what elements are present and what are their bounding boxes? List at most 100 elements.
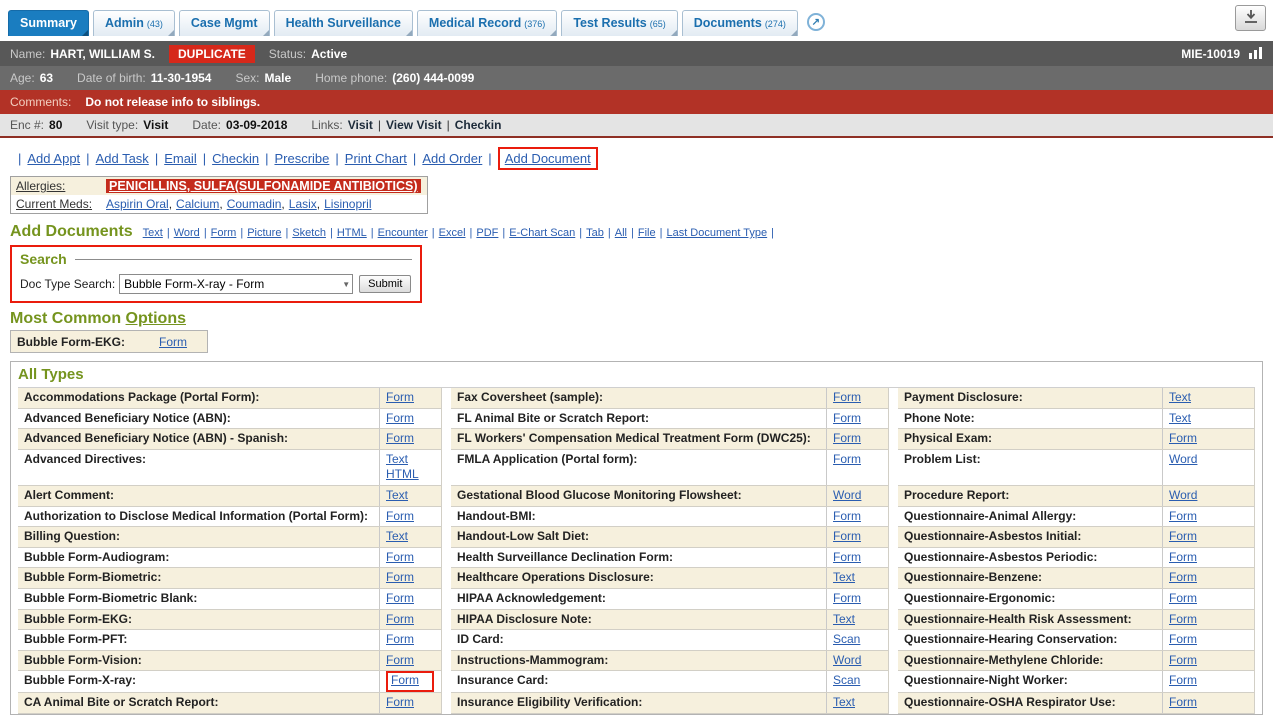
doc-type-link-questionnaire-methylene-chloride-form[interactable]: Form	[1169, 653, 1197, 669]
doc-type-link-questionnaire-animal-allergy-form[interactable]: Form	[1169, 509, 1197, 525]
doc-type-link-bubble-form-ekg-form[interactable]: Form	[386, 612, 414, 628]
tab-test-results[interactable]: Test Results(65)	[561, 10, 677, 36]
doc-type-link-bubble-form-vision-form[interactable]: Form	[386, 653, 414, 669]
doc-type-link-alert-comment-text[interactable]: Text	[386, 488, 408, 504]
doc-type-cell: Advanced Beneficiary Notice (ABN):Form	[18, 409, 442, 430]
doc-type-link-phone-note-text[interactable]: Text	[1169, 411, 1191, 427]
submit-button[interactable]: Submit	[359, 275, 411, 293]
doc-type-link-gestational-blood-glucose-monitoring-flowsheet-word[interactable]: Word	[833, 488, 861, 504]
doc-format-link-file[interactable]: File	[638, 227, 656, 239]
doc-type-link-bubble-form-biometric-blank-form[interactable]: Form	[386, 591, 414, 607]
doc-format-link-sketch[interactable]: Sketch	[292, 227, 326, 239]
doc-type-link-advanced-beneficiary-notice-abn-spanish-form[interactable]: Form	[386, 431, 414, 447]
action-link-checkin[interactable]: Checkin	[212, 151, 259, 166]
doc-type-link-procedure-report-word[interactable]: Word	[1169, 488, 1197, 504]
allergies-link[interactable]: Allergies:	[16, 179, 106, 193]
doc-format-link-encounter[interactable]: Encounter	[378, 227, 428, 239]
doc-type-search-input[interactable]	[119, 274, 353, 294]
doc-type-link-questionnaire-hearing-conservation-form[interactable]: Form	[1169, 632, 1197, 648]
action-link-add-order[interactable]: Add Order	[422, 151, 482, 166]
doc-type-link-health-surveillance-declination-form-form[interactable]: Form	[833, 550, 861, 566]
doc-type-link-fmla-application-portal-form-form[interactable]: Form	[833, 452, 861, 468]
current-med-link-lisinopril[interactable]: Lisinopril	[324, 197, 371, 211]
action-link-add-document[interactable]: Add Document	[505, 151, 591, 166]
doc-format-link-tab[interactable]: Tab	[586, 227, 604, 239]
doc-type-link-questionnaire-ergonomic-form[interactable]: Form	[1169, 591, 1197, 607]
doc-type-link-questionnaire-health-risk-assessment-form[interactable]: Form	[1169, 612, 1197, 628]
doc-type-label: Bubble Form-X-ray:	[18, 671, 379, 692]
doc-type-link-id-card-scan[interactable]: Scan	[833, 632, 860, 648]
doc-type-link-advanced-directives-text[interactable]: Text	[386, 452, 408, 468]
doc-type-link-ca-animal-bite-or-scratch-report-form[interactable]: Form	[386, 695, 414, 711]
encounter-link-checkin[interactable]: Checkin	[455, 118, 502, 132]
goto-icon[interactable]: ↗	[807, 13, 825, 31]
current-meds-link[interactable]: Current Meds:	[16, 197, 106, 211]
encounter-link-visit[interactable]: Visit	[348, 118, 373, 132]
doc-type-link-problem-list-word[interactable]: Word	[1169, 452, 1197, 468]
doc-type-link-bubble-form-pft-form[interactable]: Form	[386, 632, 414, 648]
doc-type-link-fl-workers-compensation-medical-treatment-form-dwc25-form[interactable]: Form	[833, 431, 861, 447]
action-link-print-chart[interactable]: Print Chart	[345, 151, 407, 166]
doc-format-link-text[interactable]: Text	[143, 227, 163, 239]
bar-chart-icon[interactable]	[1248, 46, 1263, 62]
tab-admin[interactable]: Admin(43)	[93, 10, 175, 36]
tab-health-surveillance[interactable]: Health Surveillance	[274, 10, 413, 36]
doc-type-link-fax-coversheet-sample-form[interactable]: Form	[833, 390, 861, 406]
allergy-value-link[interactable]: PENICILLINS, SULFA(SULFONAMIDE ANTIBIOTI…	[106, 179, 421, 193]
tab-medical-record[interactable]: Medical Record(376)	[417, 10, 557, 36]
doc-format-link-picture[interactable]: Picture	[247, 227, 281, 239]
tab-case-mgmt[interactable]: Case Mgmt	[179, 10, 270, 36]
doc-format-link-word[interactable]: Word	[174, 227, 200, 239]
current-med-link-calcium[interactable]: Calcium	[176, 197, 219, 211]
doc-type-links: Form	[826, 527, 888, 547]
action-link-add-task[interactable]: Add Task	[96, 151, 149, 166]
collapse-header-button[interactable]	[1235, 5, 1266, 31]
doc-type-link-billing-question-text[interactable]: Text	[386, 529, 408, 545]
doc-type-link-bubble-form-biometric-form[interactable]: Form	[386, 570, 414, 586]
doc-type-link-questionnaire-asbestos-initial-form[interactable]: Form	[1169, 529, 1197, 545]
action-link-add-appt[interactable]: Add Appt	[27, 151, 80, 166]
tab-summary[interactable]: Summary	[8, 10, 89, 36]
doc-type-link-questionnaire-night-worker-form[interactable]: Form	[1169, 673, 1197, 689]
doc-type-cell: Questionnaire-Asbestos Initial:Form	[898, 527, 1255, 548]
doc-type-link-hipaa-acknowledgement-form[interactable]: Form	[833, 591, 861, 607]
doc-type-link-questionnaire-asbestos-periodic-form[interactable]: Form	[1169, 550, 1197, 566]
doc-type-link-instructions-mammogram-word[interactable]: Word	[833, 653, 861, 669]
doc-type-link-healthcare-operations-disclosure-text[interactable]: Text	[833, 570, 855, 586]
separator: |	[608, 227, 611, 239]
doc-format-link-html[interactable]: HTML	[337, 227, 367, 239]
doc-type-cell: FMLA Application (Portal form):Form	[451, 450, 889, 486]
doc-type-link-insurance-card-scan[interactable]: Scan	[833, 673, 860, 689]
doc-format-link-e-chart-scan[interactable]: E-Chart Scan	[509, 227, 575, 239]
most-common-doc-link[interactable]: Form	[159, 335, 187, 349]
doc-type-link-authorization-to-disclose-medical-information-portal-form-form[interactable]: Form	[386, 509, 414, 525]
current-med-link-aspirin-oral[interactable]: Aspirin Oral	[106, 197, 169, 211]
current-med-link-coumadin[interactable]: Coumadin	[227, 197, 282, 211]
doc-type-link-handout-low-salt-diet-form[interactable]: Form	[833, 529, 861, 545]
doc-type-link-insurance-eligibility-verification-text[interactable]: Text	[833, 695, 855, 711]
doc-type-link-payment-disclosure-text[interactable]: Text	[1169, 390, 1191, 406]
doc-format-link-all[interactable]: All	[615, 227, 627, 239]
doc-type-link-bubble-form-audiogram-form[interactable]: Form	[386, 550, 414, 566]
encounter-link-view-visit[interactable]: View Visit	[386, 118, 442, 132]
doc-type-link-accommodations-package-portal-form-form[interactable]: Form	[386, 390, 414, 406]
doc-type-link-advanced-directives-html[interactable]: HTML	[386, 467, 419, 483]
doc-type-link-fl-animal-bite-or-scratch-report-form[interactable]: Form	[833, 411, 861, 427]
doc-type-link-questionnaire-benzene-form[interactable]: Form	[1169, 570, 1197, 586]
tab-documents[interactable]: Documents(274)	[682, 10, 798, 36]
doc-type-link-handout-bmi-form[interactable]: Form	[833, 509, 861, 525]
doc-type-link-questionnaire-osha-respirator-use-form[interactable]: Form	[1169, 695, 1197, 711]
current-med-link-lasix[interactable]: Lasix	[289, 197, 317, 211]
options-link[interactable]: Options	[126, 310, 186, 327]
doc-format-link-excel[interactable]: Excel	[439, 227, 466, 239]
doc-type-label: Insurance Card:	[451, 671, 826, 692]
doc-format-link-pdf[interactable]: PDF	[476, 227, 498, 239]
doc-type-link-bubble-form-x-ray-form[interactable]: Form	[391, 673, 419, 689]
action-link-email[interactable]: Email	[164, 151, 197, 166]
doc-type-link-advanced-beneficiary-notice-abn-form[interactable]: Form	[386, 411, 414, 427]
doc-format-link-form[interactable]: Form	[211, 227, 237, 239]
doc-type-link-hipaa-disclosure-note-text[interactable]: Text	[833, 612, 855, 628]
doc-type-link-physical-exam-form[interactable]: Form	[1169, 431, 1197, 447]
action-link-prescribe[interactable]: Prescribe	[274, 151, 329, 166]
doc-format-link-last-document-type[interactable]: Last Document Type	[666, 227, 767, 239]
